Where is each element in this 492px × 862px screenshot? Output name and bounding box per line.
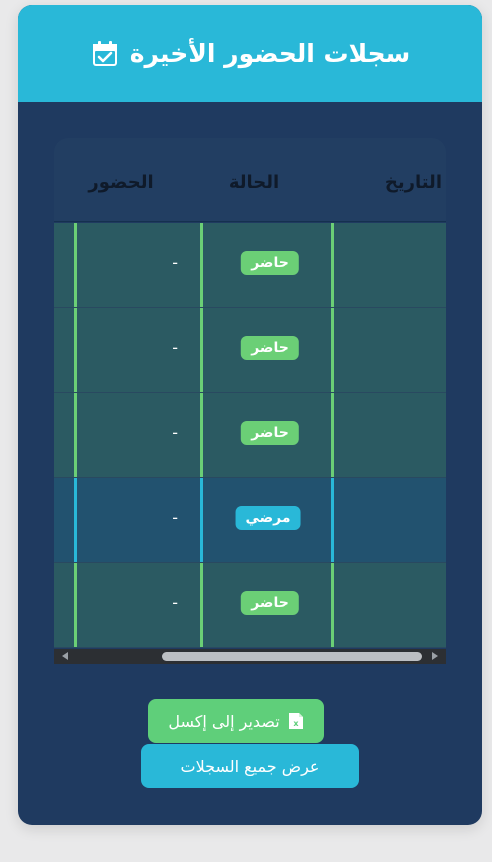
status-badge: حاضر xyxy=(241,251,299,275)
table-body: حاضر - حاضر - حاضر - مرضي - حاضر - xyxy=(54,223,446,649)
calendar-check-icon xyxy=(90,39,120,69)
row-accent-bar xyxy=(200,393,203,477)
status-badge: مرضي xyxy=(235,506,301,530)
row-accent-bar xyxy=(331,478,334,562)
card-header: سجلات الحضور الأخيرة xyxy=(18,5,482,102)
attendance-table: التاريخ الحالة الحضور حاضر - حاضر - حاضر… xyxy=(54,138,446,664)
svg-text:x: x xyxy=(293,719,299,728)
header-attendance[interactable]: الحضور xyxy=(66,172,176,193)
scroll-right-arrow-icon[interactable] xyxy=(432,652,438,660)
header-date[interactable]: التاريخ xyxy=(334,172,446,193)
row-accent-bar xyxy=(74,223,77,307)
table-row: حاضر - xyxy=(54,393,446,478)
export-excel-button[interactable]: x تصدير إلى إكسل xyxy=(148,699,324,743)
row-accent-bar xyxy=(200,223,203,307)
view-all-records-button[interactable]: عرض جميع السجلات xyxy=(141,744,359,788)
row-accent-bar xyxy=(200,563,203,647)
view-all-records-label: عرض جميع السجلات xyxy=(180,756,320,776)
table-row: حاضر - xyxy=(54,223,446,308)
scroll-left-arrow-icon[interactable] xyxy=(62,652,68,660)
scrollbar-thumb[interactable] xyxy=(162,652,422,661)
attendance-value: - xyxy=(172,423,178,442)
row-accent-bar xyxy=(331,393,334,477)
header-status[interactable]: الحالة xyxy=(202,172,306,193)
table-header: التاريخ الحالة الحضور xyxy=(54,138,446,222)
row-accent-bar xyxy=(74,393,77,477)
row-accent-bar xyxy=(331,308,334,392)
attendance-value: - xyxy=(172,508,178,527)
status-badge: حاضر xyxy=(241,421,299,445)
status-badge: حاضر xyxy=(241,336,299,360)
card-title: سجلات الحضور الأخيرة xyxy=(129,39,411,68)
excel-file-icon: x xyxy=(288,712,304,730)
attendance-value: - xyxy=(172,338,178,357)
row-accent-bar xyxy=(200,308,203,392)
table-row: حاضر - xyxy=(54,308,446,393)
row-accent-bar xyxy=(74,308,77,392)
status-badge: حاضر xyxy=(241,591,299,615)
row-accent-bar xyxy=(74,478,77,562)
export-excel-label: تصدير إلى إكسل xyxy=(168,711,280,731)
row-accent-bar xyxy=(331,563,334,647)
row-accent-bar xyxy=(74,563,77,647)
attendance-records-card: سجلات الحضور الأخيرة التاريخ الحالة الحض… xyxy=(18,5,482,825)
table-row: مرضي - xyxy=(54,478,446,563)
row-accent-bar xyxy=(331,223,334,307)
attendance-value: - xyxy=(172,593,178,612)
horizontal-scrollbar[interactable] xyxy=(54,649,446,664)
attendance-value: - xyxy=(172,253,178,272)
table-row: حاضر - xyxy=(54,563,446,648)
row-accent-bar xyxy=(200,478,203,562)
